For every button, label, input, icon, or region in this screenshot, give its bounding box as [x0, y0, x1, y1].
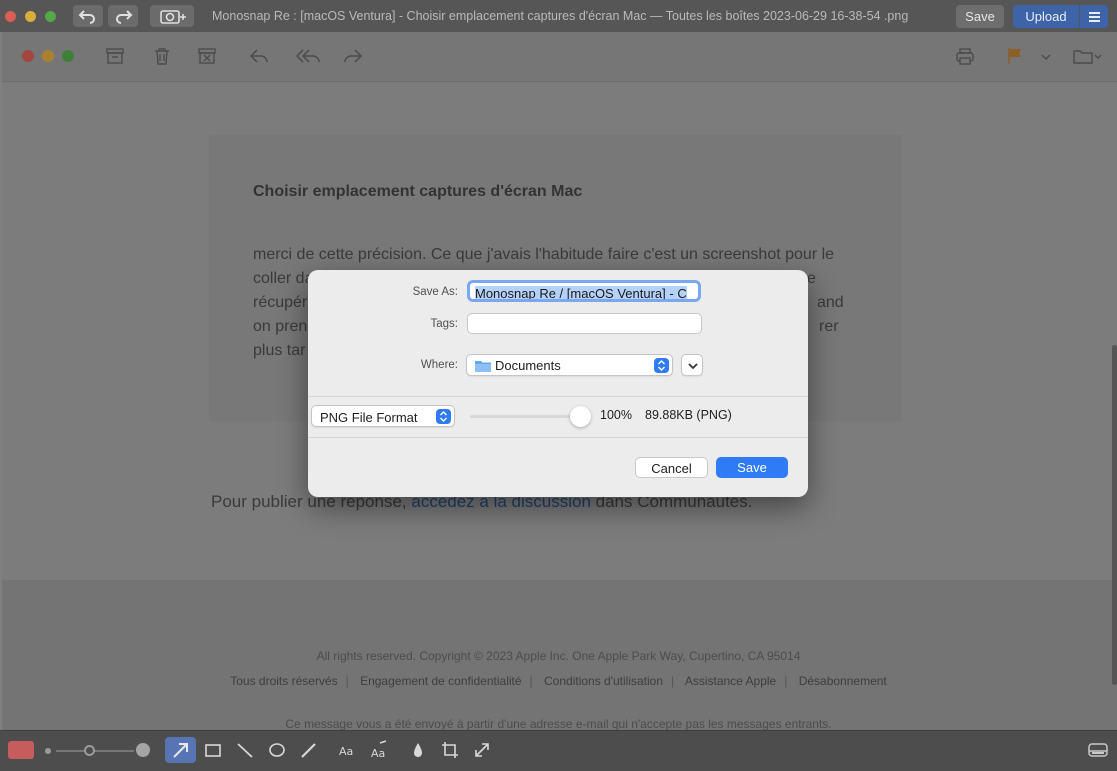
size-max-icon	[136, 743, 150, 757]
size-slider-thumb[interactable]	[84, 745, 95, 756]
footer-link[interactable]: Désabonnement	[799, 674, 887, 688]
reply-icon[interactable]	[248, 46, 270, 66]
ellipse-icon[interactable]	[264, 739, 290, 761]
where-select[interactable]: Documents	[466, 354, 673, 376]
menu-button[interactable]	[1080, 5, 1108, 28]
close-icon[interactable]	[22, 50, 34, 62]
notice-text: Ce message vous a été envoyé à partir d'…	[285, 717, 832, 730]
drive-icon[interactable]	[1085, 739, 1111, 761]
footer-link[interactable]: Assistance Apple	[685, 674, 776, 688]
quality-slider-thumb[interactable]	[570, 406, 591, 427]
chevron-down-icon[interactable]	[1038, 46, 1054, 66]
camera-icon	[160, 10, 186, 24]
message-line: e	[807, 270, 816, 287]
undo-button[interactable]	[73, 5, 103, 27]
save-dialog-button[interactable]: Save	[716, 457, 788, 478]
window-title: Monosnap Re : [macOS Ventura] - Choisir …	[212, 9, 909, 23]
quality-value: 100%	[600, 408, 632, 422]
message-line: and	[817, 294, 844, 311]
divider	[308, 437, 808, 438]
save-as-input[interactable]: Monosnap Re / [macOS Ventura] - C	[467, 280, 701, 302]
message-line: rer	[819, 318, 839, 335]
zoom-icon[interactable]	[45, 11, 56, 22]
message-line: coller da	[253, 270, 314, 287]
svg-text:Aa: Aa	[339, 745, 353, 758]
blur-drop-icon[interactable]	[405, 739, 431, 761]
format-value: PNG File Format	[320, 410, 418, 425]
move-folder-icon[interactable]	[1072, 46, 1102, 66]
arrow-icon	[173, 743, 188, 758]
updown-icon	[436, 409, 451, 424]
tags-input[interactable]	[467, 313, 702, 334]
message-subject: Choisir emplacement captures d'écran Mac	[253, 183, 583, 200]
junk-icon[interactable]	[196, 46, 218, 66]
arrow-tool-button[interactable]	[165, 737, 196, 763]
copyright-text: All rights reserved. Copyright © 2023 Ap…	[316, 649, 801, 663]
mail-toolbar	[2, 32, 1117, 82]
annotation-toolbar: Aa Aa	[0, 730, 1117, 771]
redo-button[interactable]	[108, 5, 138, 27]
tags-label: Tags:	[430, 318, 459, 330]
size-min-icon	[45, 748, 51, 754]
cancel-button[interactable]: Cancel	[635, 457, 708, 478]
file-size: 89.88KB (PNG)	[645, 408, 732, 422]
text-icon[interactable]: Aa	[334, 739, 360, 761]
archive-icon[interactable]	[104, 46, 126, 66]
monosnap-titlebar: Monosnap Re : [macOS Ventura] - Choisir …	[0, 0, 1117, 32]
divider	[308, 396, 808, 397]
save-dialog: Save As: Monosnap Re / [macOS Ventura] -…	[308, 270, 808, 497]
pen-icon[interactable]	[296, 739, 322, 761]
flag-icon[interactable]	[1004, 46, 1026, 66]
undo-icon	[78, 10, 95, 24]
capture-button[interactable]	[150, 5, 194, 27]
print-icon[interactable]	[954, 46, 976, 66]
close-icon[interactable]	[5, 11, 16, 22]
upload-button[interactable]: Upload	[1013, 5, 1079, 28]
message-line: récupér	[253, 294, 308, 311]
minimize-icon[interactable]	[42, 50, 54, 62]
svg-text:Aa: Aa	[371, 747, 385, 760]
redo-icon	[116, 10, 133, 24]
trash-icon[interactable]	[151, 46, 173, 66]
message-line: merci de cette précision. Ce que j'avais…	[253, 246, 835, 263]
footer-link[interactable]: Tous droits réservés	[230, 674, 337, 688]
hamburger-icon	[1089, 12, 1100, 14]
footer-links: Tous droits réservés | Engagement de conf…	[230, 674, 887, 688]
minimize-icon[interactable]	[25, 11, 36, 22]
color-swatch[interactable]	[8, 741, 34, 759]
updown-icon	[654, 358, 669, 373]
format-select[interactable]: PNG File Format	[311, 405, 455, 427]
reply-all-icon[interactable]	[294, 46, 322, 66]
line-icon[interactable]	[232, 739, 258, 761]
size-slider[interactable]	[56, 750, 134, 752]
where-value: Documents	[495, 358, 561, 373]
text-highlight-icon[interactable]: Aa	[366, 739, 392, 761]
resize-icon[interactable]	[469, 739, 495, 761]
chevron-down-icon	[688, 363, 698, 370]
message-footer: All rights reserved. Copyright © 2023 Ap…	[2, 580, 1117, 730]
message-line: plus tar	[253, 342, 306, 359]
folder-icon	[475, 361, 491, 372]
where-label: Where:	[420, 359, 458, 371]
zoom-icon[interactable]	[62, 50, 74, 62]
expand-button[interactable]	[681, 354, 703, 376]
message-line: on pren	[253, 318, 308, 335]
rectangle-icon[interactable]	[200, 739, 226, 761]
scrollbar[interactable]	[1112, 345, 1117, 685]
save-as-label: Save As:	[412, 286, 458, 298]
footer-link[interactable]: Engagement de confidentialité	[360, 674, 521, 688]
save-button[interactable]: Save	[956, 5, 1004, 28]
forward-icon[interactable]	[342, 46, 364, 66]
footer-link[interactable]: Conditions d'utilisation	[544, 674, 663, 688]
crop-icon[interactable]	[437, 739, 463, 761]
